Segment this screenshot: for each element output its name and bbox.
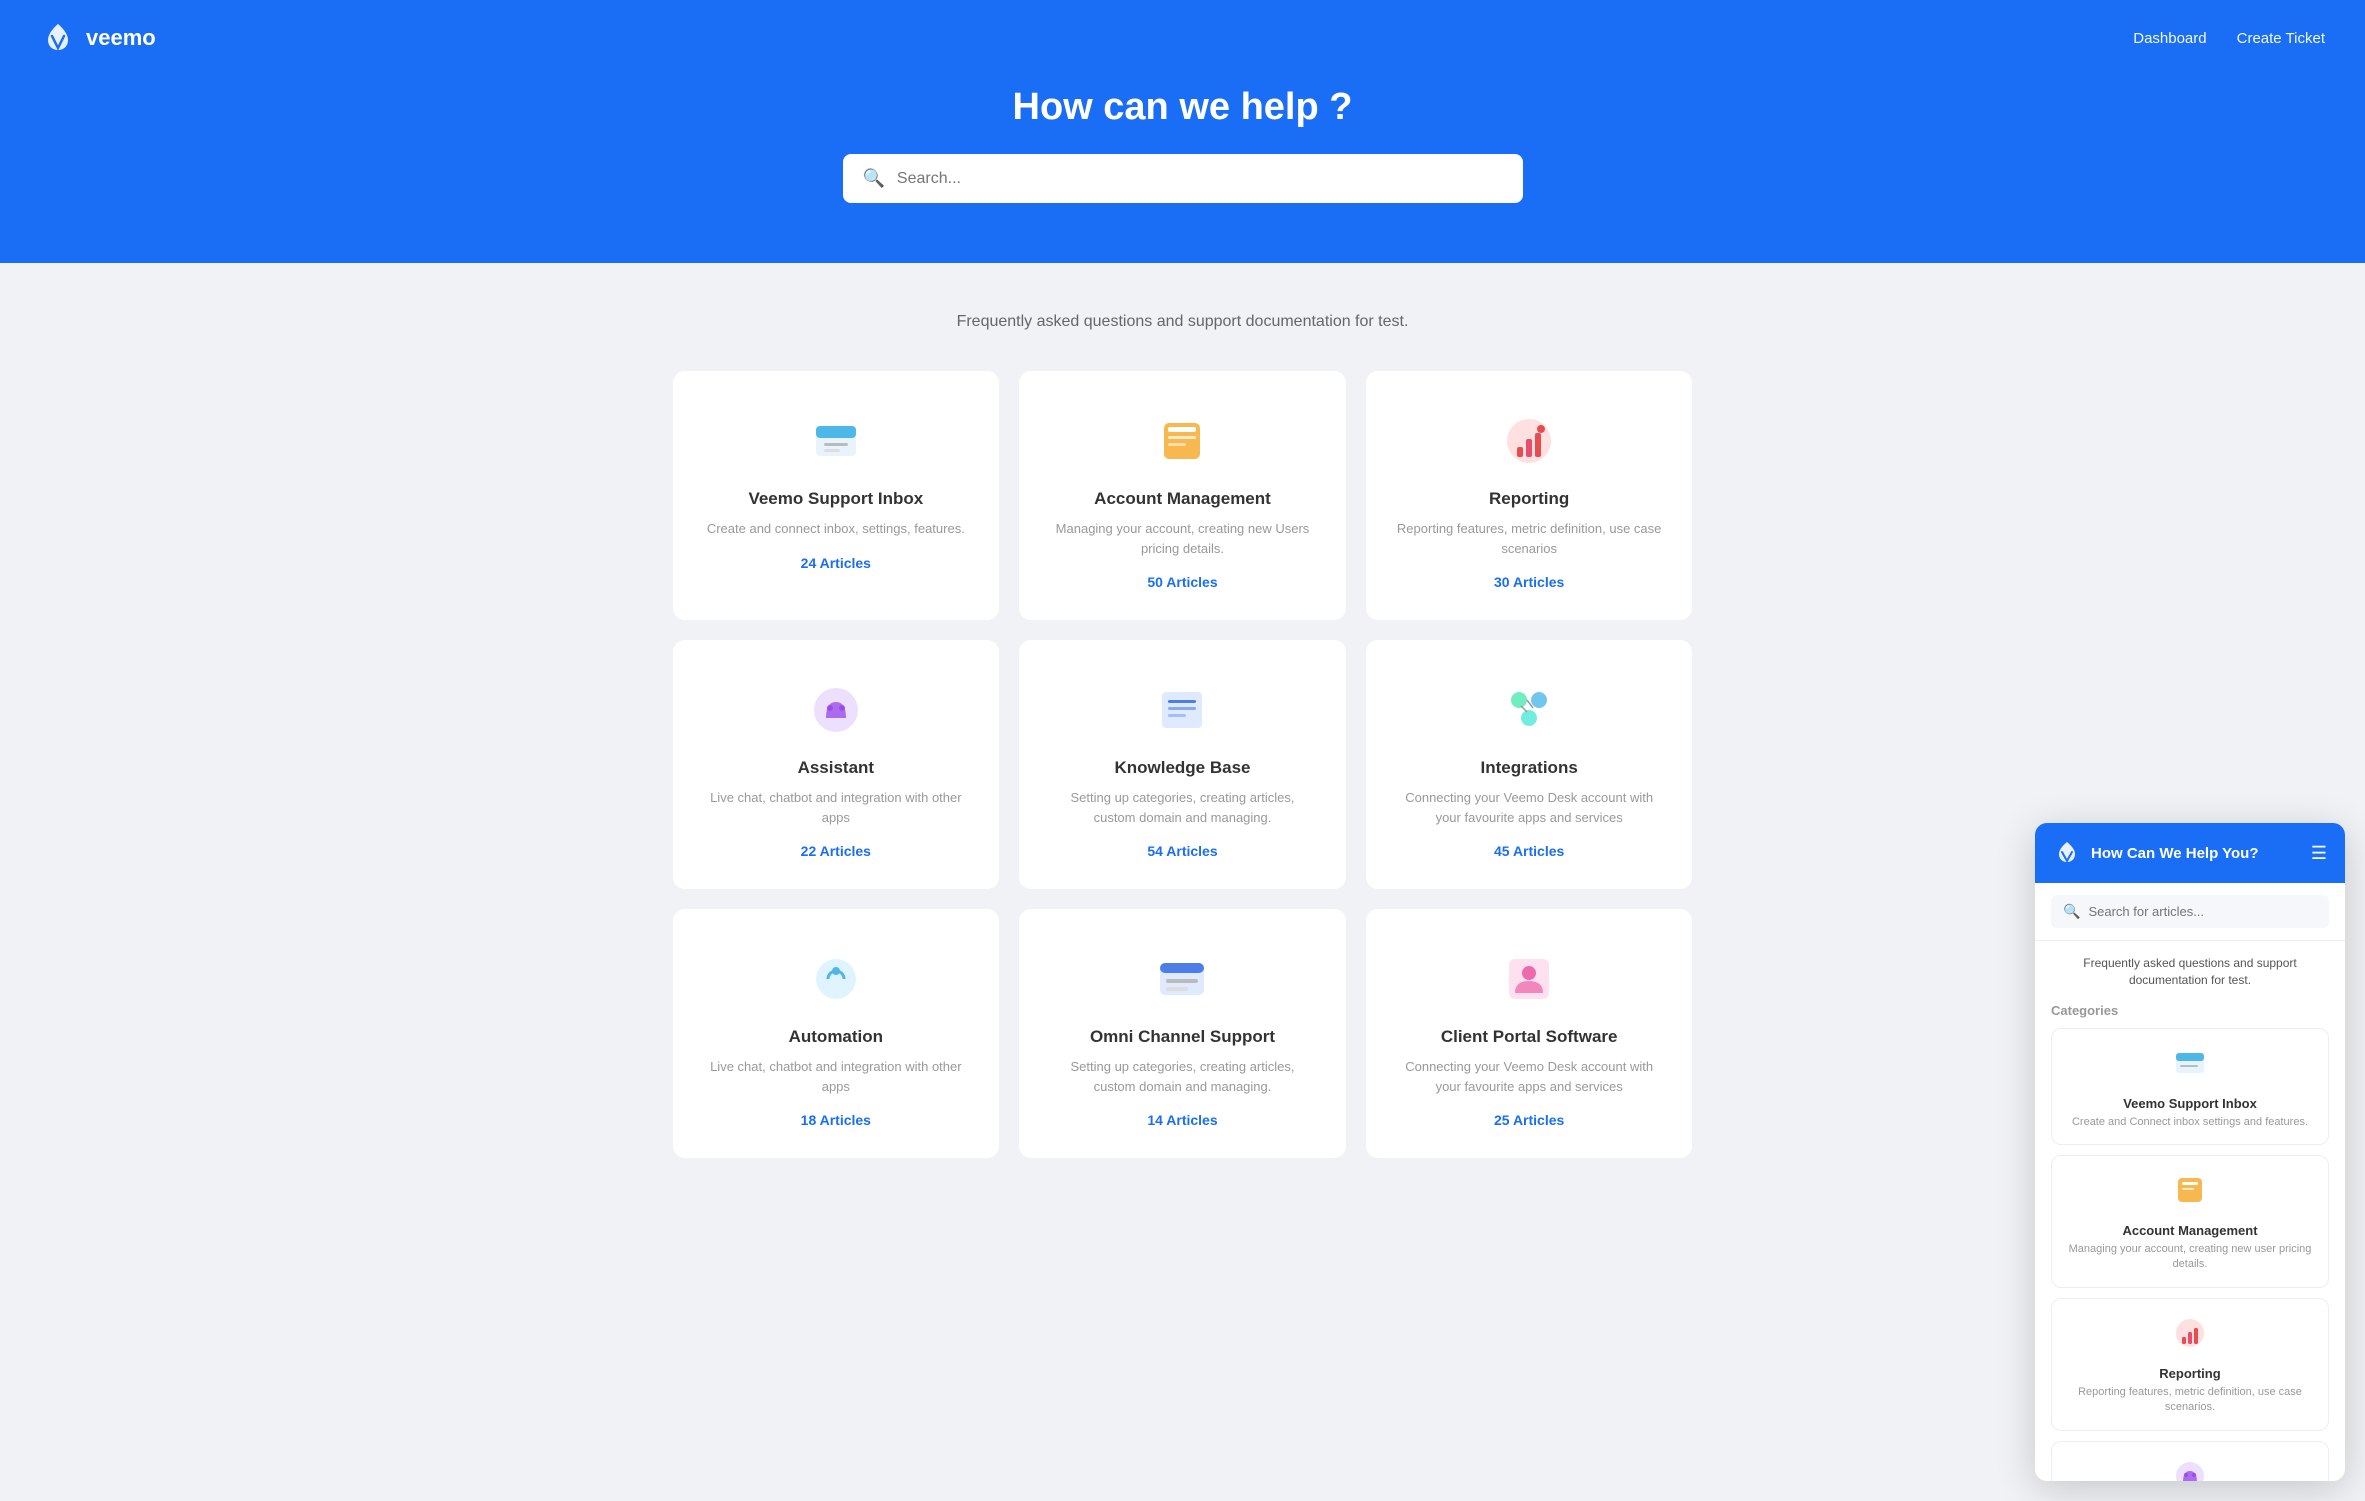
category-name: Knowledge Base <box>1049 758 1316 778</box>
category-desc: Reporting features, metric definition, u… <box>1396 519 1663 558</box>
category-desc: Managing your account, creating new User… <box>1049 519 1316 558</box>
widget-search-input[interactable] <box>2088 904 2317 919</box>
widget-header: How Can We Help You? ☰ <box>2035 823 2345 883</box>
widget-category-card-0[interactable]: Veemo Support Inbox Create and Connect i… <box>2051 1028 2329 1145</box>
category-card-reporting[interactable]: Reporting Reporting features, metric def… <box>1366 371 1693 620</box>
page-subtitle: Frequently asked questions and support d… <box>673 313 1693 331</box>
hero-title: How can we help ? <box>40 86 2325 129</box>
category-articles: 25 Articles <box>1396 1112 1663 1128</box>
category-icon <box>1499 680 1559 740</box>
category-name: Automation <box>703 1027 970 1047</box>
category-icon <box>1152 949 1212 1009</box>
widget-category-card-3[interactable]: Assistant Live chat, Chatbots and Integr… <box>2051 1441 2329 1481</box>
widget-cat-desc: Reporting features, metric definition, u… <box>2068 1385 2312 1416</box>
widget-cat-icon <box>2170 1313 2210 1360</box>
category-card-account-management[interactable]: Account Management Managing your account… <box>1019 371 1346 620</box>
category-desc: Connecting your Veemo Desk account with … <box>1396 1057 1663 1096</box>
category-name: Reporting <box>1396 489 1663 509</box>
category-desc: Live chat, chatbot and integration with … <box>703 1057 970 1096</box>
category-name: Integrations <box>1396 758 1663 778</box>
category-card-omni-channel[interactable]: Omni Channel Support Setting up categori… <box>1019 909 1346 1158</box>
category-icon <box>1152 680 1212 740</box>
category-name: Client Portal Software <box>1396 1027 1663 1047</box>
category-icon <box>1499 411 1559 471</box>
logo[interactable]: veemo <box>40 20 156 56</box>
category-articles: 45 Articles <box>1396 843 1663 859</box>
category-articles: 54 Articles <box>1049 843 1316 859</box>
category-desc: Setting up categories, creating articles… <box>1049 788 1316 827</box>
hero-search-box: 🔍 <box>843 154 1523 203</box>
widget-title: How Can We Help You? <box>2091 845 2301 862</box>
category-articles: 22 Articles <box>703 843 970 859</box>
widget-cat-name: Account Management <box>2122 1223 2257 1238</box>
category-card-assistant[interactable]: Assistant Live chat, chatbot and integra… <box>673 640 1000 889</box>
category-card-veemo-support-inbox[interactable]: Veemo Support Inbox Create and connect i… <box>673 371 1000 620</box>
logo-icon <box>40 20 76 56</box>
widget-cat-icon <box>2170 1043 2210 1090</box>
page-header: veemo Dashboard Create Ticket How can we… <box>0 0 2365 263</box>
widget-logo-icon <box>2053 839 2081 867</box>
category-desc: Live chat, chatbot and integration with … <box>703 788 970 827</box>
top-nav: veemo Dashboard Create Ticket <box>40 0 2325 86</box>
widget-cat-desc: Create and Connect inbox settings and fe… <box>2072 1115 2308 1130</box>
category-icon <box>1152 411 1212 471</box>
category-card-client-portal[interactable]: Client Portal Software Connecting your V… <box>1366 909 1693 1158</box>
hero-search-input[interactable] <box>897 170 1503 188</box>
category-icon <box>1499 949 1559 1009</box>
category-desc: Create and connect inbox, settings, feat… <box>703 519 970 539</box>
widget-subtitle: Frequently asked questions and support d… <box>2051 955 2329 989</box>
main-content: Frequently asked questions and support d… <box>653 263 1713 1198</box>
hero-search-container: 🔍 <box>843 154 1523 203</box>
nav-links: Dashboard Create Ticket <box>2133 30 2325 47</box>
widget-search-box: 🔍 <box>2051 895 2329 928</box>
category-name: Assistant <box>703 758 970 778</box>
widget-menu-icon[interactable]: ☰ <box>2311 843 2327 864</box>
category-desc: Connecting your Veemo Desk account with … <box>1396 788 1663 827</box>
category-card-integrations[interactable]: Integrations Connecting your Veemo Desk … <box>1366 640 1693 889</box>
widget-cat-icon <box>2170 1170 2210 1217</box>
widget-categories-list: Veemo Support Inbox Create and Connect i… <box>2051 1028 2329 1481</box>
category-name: Account Management <box>1049 489 1316 509</box>
widget-categories-label: Categories <box>2051 1003 2329 1018</box>
widget-panel: How Can We Help You? ☰ 🔍 Frequently aske… <box>2035 823 2345 1481</box>
category-name: Veemo Support Inbox <box>703 489 970 509</box>
category-name: Omni Channel Support <box>1049 1027 1316 1047</box>
category-icon <box>806 949 866 1009</box>
widget-body: Frequently asked questions and support d… <box>2035 941 2345 1481</box>
widget-cat-icon <box>2170 1456 2210 1481</box>
category-articles: 18 Articles <box>703 1112 970 1128</box>
category-grid: Veemo Support Inbox Create and connect i… <box>673 371 1693 1158</box>
category-articles: 14 Articles <box>1049 1112 1316 1128</box>
create-ticket-link[interactable]: Create Ticket <box>2237 30 2325 47</box>
widget-cat-name: Reporting <box>2159 1366 2220 1381</box>
category-card-knowledge-base[interactable]: Knowledge Base Setting up categories, cr… <box>1019 640 1346 889</box>
category-card-automation[interactable]: Automation Live chat, chatbot and integr… <box>673 909 1000 1158</box>
widget-search-icon: 🔍 <box>2063 903 2080 920</box>
category-icon <box>806 680 866 740</box>
widget-search-area: 🔍 <box>2035 883 2345 941</box>
widget-category-card-1[interactable]: Account Management Managing your account… <box>2051 1155 2329 1288</box>
category-articles: 50 Articles <box>1049 574 1316 590</box>
category-articles: 24 Articles <box>703 555 970 571</box>
search-icon: 🔍 <box>863 168 885 189</box>
category-desc: Setting up categories, creating articles… <box>1049 1057 1316 1096</box>
widget-cat-name: Veemo Support Inbox <box>2123 1096 2257 1111</box>
widget-cat-desc: Managing your account, creating new user… <box>2068 1242 2312 1273</box>
category-articles: 30 Articles <box>1396 574 1663 590</box>
widget-category-card-2[interactable]: Reporting Reporting features, metric def… <box>2051 1298 2329 1431</box>
category-icon <box>806 411 866 471</box>
dashboard-link[interactable]: Dashboard <box>2133 30 2206 47</box>
